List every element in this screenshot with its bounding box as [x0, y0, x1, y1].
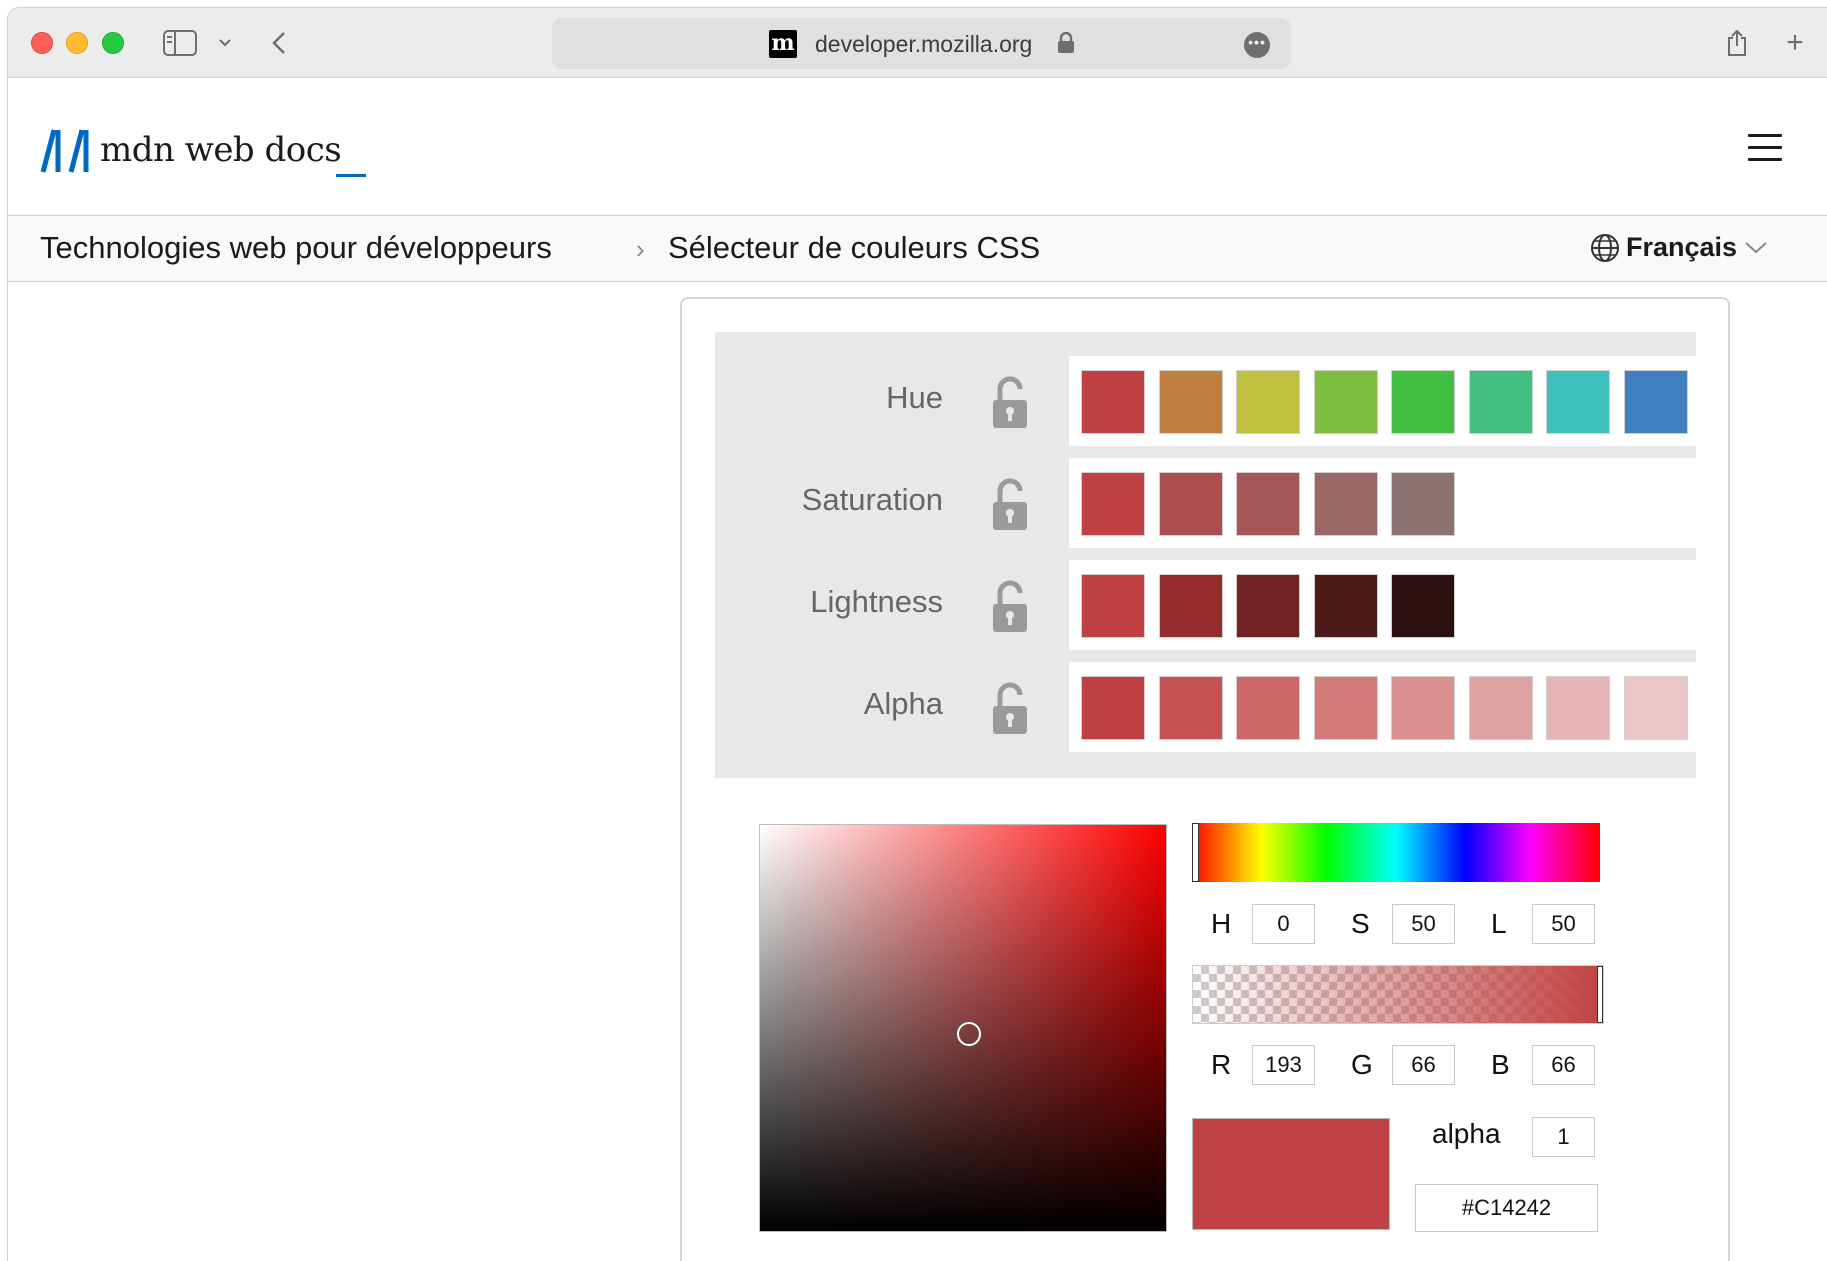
- breadcrumb-separator: ›: [636, 234, 645, 264]
- color-swatch[interactable]: [1391, 370, 1455, 434]
- close-window-button[interactable]: [31, 32, 53, 54]
- color-swatch[interactable]: [1391, 574, 1455, 638]
- color-swatch[interactable]: [1236, 370, 1300, 434]
- palette-swatch-strip: [1069, 560, 1696, 650]
- palette-swatch-strip: [1069, 458, 1696, 548]
- color-swatch[interactable]: [1236, 472, 1300, 536]
- palette-swatch-strip: [1069, 356, 1696, 446]
- palette-row-hue: Hue: [715, 356, 1696, 446]
- back-arrow-icon[interactable]: [264, 26, 294, 60]
- color-swatch[interactable]: [1158, 574, 1223, 638]
- lock-icon: [1058, 32, 1074, 53]
- color-swatch[interactable]: [1468, 370, 1533, 434]
- color-swatch[interactable]: [1236, 574, 1300, 638]
- language-label: Français: [1626, 232, 1738, 262]
- unlock-icon[interactable]: [991, 478, 1029, 532]
- color-swatch[interactable]: [1081, 472, 1145, 536]
- logo-text[interactable]: mdn web docs: [100, 130, 342, 170]
- mdn-logo-icon[interactable]: [40, 128, 90, 174]
- color-swatch[interactable]: [1623, 370, 1688, 434]
- hue-slider-handle[interactable]: [1192, 823, 1199, 882]
- s-input[interactable]: 50: [1392, 904, 1455, 944]
- browser-toolbar: m developer.mozilla.org ••• +: [8, 8, 1827, 78]
- color-swatch[interactable]: [1236, 676, 1300, 740]
- breadcrumb: Technologies web pour développeurs › Sél…: [8, 216, 1827, 282]
- color-swatch[interactable]: [1081, 676, 1145, 740]
- color-swatch[interactable]: [1468, 676, 1533, 740]
- url-text: developer.mozilla.org: [815, 31, 1033, 57]
- saturation-lightness-area[interactable]: [759, 824, 1167, 1232]
- unlock-icon[interactable]: [991, 376, 1029, 430]
- hex-input[interactable]: #C14242: [1415, 1184, 1598, 1232]
- color-swatch[interactable]: [1313, 676, 1378, 740]
- site-header: mdn web docs: [8, 78, 1827, 216]
- color-swatch[interactable]: [1391, 676, 1455, 740]
- g-label: G: [1351, 1049, 1373, 1080]
- palette-row-label: Saturation: [801, 482, 943, 517]
- globe-icon: [1591, 233, 1619, 262]
- palette-row-label: Lightness: [810, 584, 943, 619]
- r-label: R: [1211, 1049, 1232, 1080]
- palette-row-label: Alpha: [863, 686, 943, 721]
- color-swatch[interactable]: [1313, 574, 1378, 638]
- color-swatch[interactable]: [1081, 370, 1145, 434]
- g-input[interactable]: 66: [1392, 1045, 1455, 1085]
- l-input[interactable]: 50: [1532, 904, 1595, 944]
- s-label: S: [1351, 908, 1370, 939]
- b-input[interactable]: 66: [1532, 1045, 1595, 1085]
- h-input[interactable]: 0: [1252, 904, 1315, 944]
- palette-row-label: Hue: [886, 380, 943, 415]
- site-favicon-icon: m: [769, 30, 797, 58]
- color-palette: Hue Saturation Lightness Alpha: [715, 332, 1696, 778]
- color-swatch[interactable]: [1623, 676, 1688, 740]
- hue-slider[interactable]: [1192, 823, 1600, 882]
- color-swatch[interactable]: [1158, 370, 1223, 434]
- alpha-input[interactable]: 1: [1532, 1117, 1595, 1157]
- h-label: H: [1211, 908, 1232, 939]
- color-swatch[interactable]: [1391, 472, 1455, 536]
- alpha-slider[interactable]: [1192, 965, 1604, 1024]
- color-preview: [1192, 1118, 1390, 1230]
- color-swatch[interactable]: [1313, 370, 1378, 434]
- color-swatch[interactable]: [1546, 676, 1610, 740]
- page-menu-icon[interactable]: •••: [1244, 32, 1270, 58]
- color-swatch[interactable]: [1546, 370, 1610, 434]
- zoom-window-button[interactable]: [102, 32, 124, 54]
- unlock-icon[interactable]: [991, 682, 1029, 736]
- alpha-label: alpha: [1432, 1118, 1501, 1149]
- new-tab-button[interactable]: +: [1778, 26, 1812, 60]
- color-swatch[interactable]: [1081, 574, 1145, 638]
- r-input[interactable]: 193: [1252, 1045, 1315, 1085]
- logo-cursor: [336, 174, 366, 177]
- chevron-down-icon[interactable]: [214, 26, 236, 60]
- breadcrumb-parent-link[interactable]: Technologies web pour développeurs: [40, 230, 552, 266]
- l-label: L: [1491, 908, 1507, 939]
- breadcrumb-current-link[interactable]: Sélecteur de couleurs CSS: [668, 230, 1040, 266]
- color-swatch[interactable]: [1158, 472, 1223, 536]
- chevron-down-icon: [1745, 241, 1767, 253]
- color-swatch[interactable]: [1158, 676, 1223, 740]
- menu-icon[interactable]: [1748, 134, 1782, 162]
- minimize-window-button[interactable]: [66, 32, 88, 54]
- language-switcher[interactable]: Français: [1590, 232, 1769, 263]
- palette-row-alpha: Alpha: [715, 662, 1696, 752]
- share-icon[interactable]: [1720, 26, 1754, 60]
- browser-window: m developer.mozilla.org ••• + mdn web do…: [7, 7, 1827, 1261]
- sidebar-toggle-icon[interactable]: [160, 26, 200, 60]
- color-swatch[interactable]: [1313, 472, 1378, 536]
- unlock-icon[interactable]: [991, 580, 1029, 634]
- address-bar[interactable]: m developer.mozilla.org •••: [552, 18, 1291, 69]
- alpha-slider-handle[interactable]: [1597, 966, 1603, 1023]
- b-label: B: [1491, 1049, 1510, 1080]
- palette-row-lightness: Lightness: [715, 560, 1696, 650]
- palette-row-saturation: Saturation: [715, 458, 1696, 548]
- color-handle[interactable]: [957, 1022, 981, 1046]
- palette-swatch-strip: [1069, 662, 1696, 752]
- color-picker-frame: Hue Saturation Lightness Alpha H 0 S 50 L 5…: [680, 297, 1730, 1261]
